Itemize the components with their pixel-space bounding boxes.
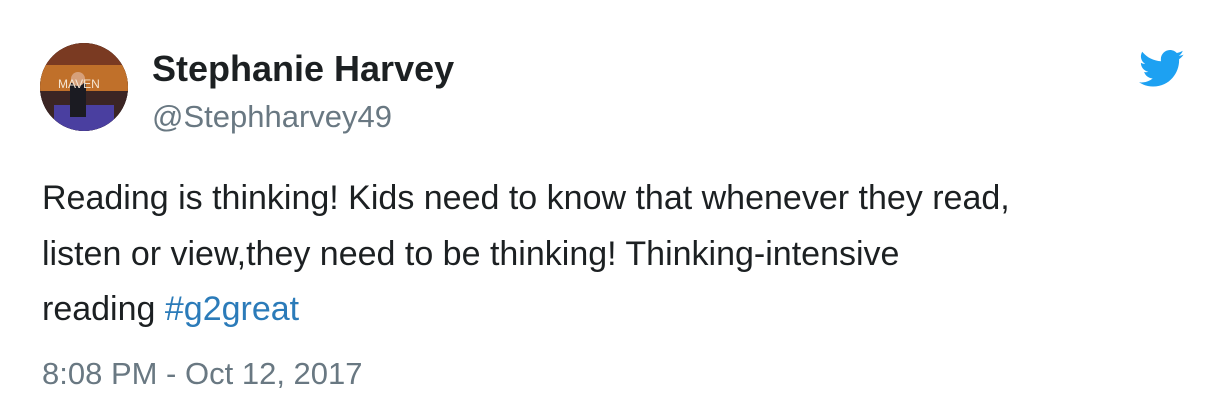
avatar-sign-text: MAVEN <box>58 77 100 91</box>
tweet-timestamp[interactable]: 8:08 PM - Oct 12, 2017 <box>42 354 363 394</box>
tweet-text-line: Reading is thinking! Kids need to know t… <box>42 179 1010 217</box>
avatar-image: MAVEN <box>40 43 128 131</box>
author-handle[interactable]: @Stephharvey49 <box>152 98 392 136</box>
tweet-text: Reading is thinking! Kids need to know t… <box>42 171 1202 338</box>
tweet-text-line-last: reading #g2great <box>42 282 1202 338</box>
twitter-bird-icon[interactable] <box>1139 50 1185 88</box>
hashtag-link[interactable]: #g2great <box>165 290 299 328</box>
avatar[interactable]: MAVEN <box>40 43 128 131</box>
tweet-text-segment: reading <box>42 290 165 328</box>
tweet-card: MAVEN Stephanie Harvey @Stephharvey49 Re… <box>0 0 1232 414</box>
tweet-text-line: listen or view,they need to be thinking!… <box>42 234 900 273</box>
author-name[interactable]: Stephanie Harvey <box>152 48 454 90</box>
